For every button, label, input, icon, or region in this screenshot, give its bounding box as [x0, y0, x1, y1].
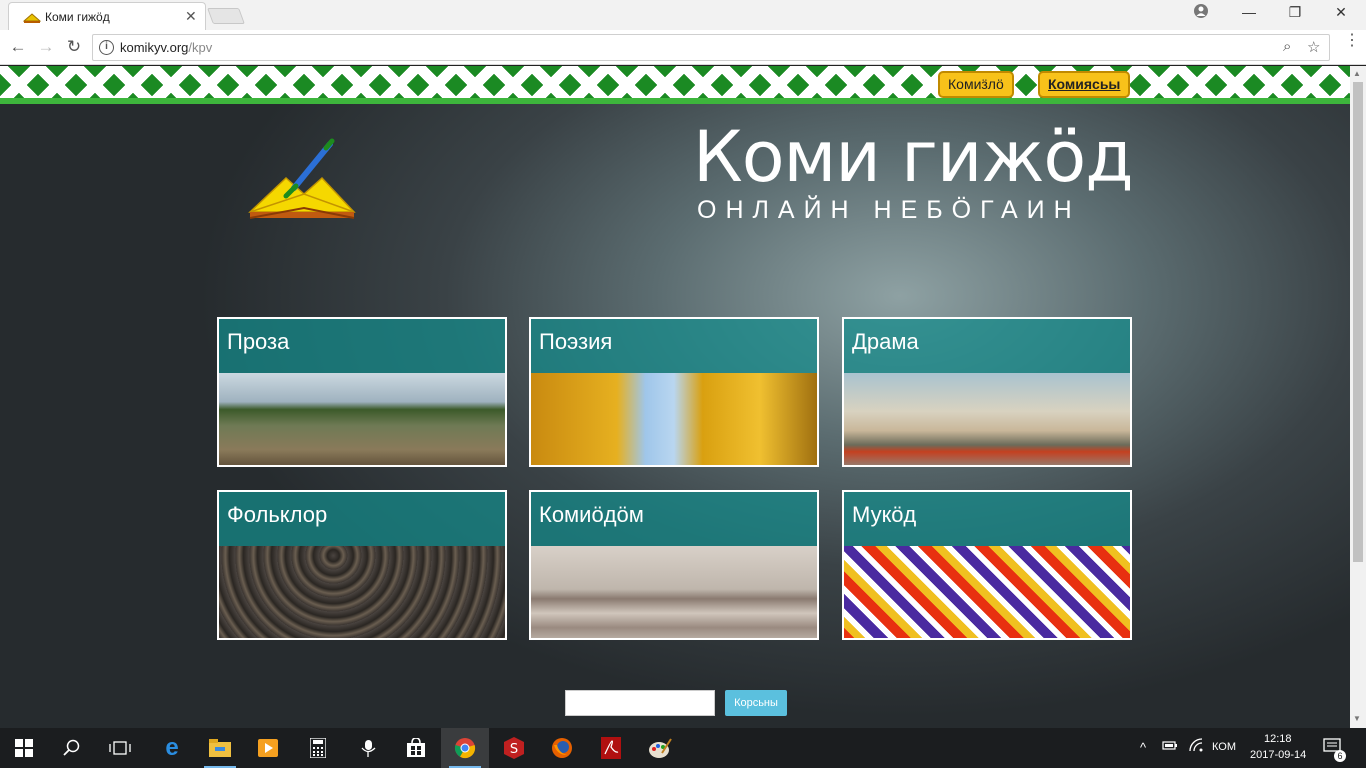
mukod-image — [844, 546, 1130, 638]
lang-button-komizlo[interactable]: Комиӟлӧ — [938, 71, 1014, 98]
address-bar[interactable]: i komikyv.org/kpv ⌕ ☆ — [92, 34, 1330, 61]
microphone-icon — [361, 740, 376, 757]
pdf-reader-icon — [601, 737, 621, 759]
back-arrow-icon[interactable]: ← — [8, 37, 28, 57]
close-tab-icon[interactable]: ✕ — [185, 8, 197, 25]
book-logo-icon — [248, 138, 356, 219]
clock-time[interactable]: 12:18 — [1264, 733, 1292, 745]
taskbar-voice-recorder[interactable] — [344, 728, 392, 768]
prose-image — [219, 373, 505, 465]
site-title: Коми гижӧд — [693, 116, 1134, 198]
taskbar-pdf[interactable] — [587, 728, 635, 768]
bookmark-star-icon[interactable]: ☆ — [1307, 38, 1320, 56]
zoom-search-icon[interactable]: ⌕ — [1283, 38, 1291, 55]
taskbar-firefox[interactable] — [538, 728, 586, 768]
ornament-banner — [0, 66, 1350, 104]
minimize-icon[interactable]: — — [1238, 4, 1260, 20]
windows-logo-icon — [15, 739, 33, 757]
search-button[interactable]: Корсьны — [725, 690, 787, 716]
wifi-icon[interactable] — [1188, 738, 1204, 755]
start-button[interactable] — [0, 728, 48, 768]
komiodom-image — [531, 546, 817, 638]
browser-tab[interactable]: Коми гижӧд ✕ — [8, 2, 206, 30]
restore-icon[interactable]: ❐ — [1284, 4, 1306, 21]
taskbar-edge[interactable]: e — [148, 728, 196, 768]
card-label-prose: Проза — [219, 319, 505, 373]
card-label-folklore: Фольклор — [219, 492, 505, 546]
menu-kebab-icon[interactable]: ⋮ — [1344, 33, 1360, 49]
scroll-up-arrow-icon[interactable]: ▲ — [1353, 69, 1361, 78]
folder-icon — [209, 739, 231, 757]
drama-image — [844, 373, 1130, 465]
card-label-poetry: Поэзия — [531, 319, 817, 373]
notification-count-badge: 6 — [1334, 750, 1346, 762]
category-card-folklore[interactable]: Фольклор — [217, 490, 507, 640]
taskbar-media[interactable] — [244, 728, 292, 768]
browser-tabbar: Коми гижӧд ✕ — ❐ ✕ — [0, 0, 1366, 30]
folklore-image — [219, 546, 505, 638]
site-subtitle: ОНЛАЙН НЕБӦГАИН — [697, 196, 1081, 224]
media-player-icon — [258, 739, 278, 757]
taskbar-chrome[interactable] — [441, 728, 489, 768]
tray-chevron-up-icon[interactable]: ^ — [1140, 740, 1146, 755]
edge-icon: e — [165, 734, 179, 761]
s-app-icon: S — [504, 737, 524, 759]
category-card-prose[interactable]: Проза — [217, 317, 507, 467]
book-favicon-icon — [23, 13, 41, 23]
tab-title: Коми гижӧд — [45, 10, 110, 24]
battery-icon[interactable] — [1162, 739, 1178, 754]
page-viewport: Комиӟлӧ Комиясьы Коми гижӧд ОНЛАЙН НЕБӦГ… — [0, 66, 1350, 728]
search-input[interactable] — [565, 690, 715, 716]
scroll-down-arrow-icon[interactable]: ▼ — [1353, 714, 1361, 723]
forward-arrow-icon[interactable]: → — [36, 37, 56, 57]
close-window-icon[interactable]: ✕ — [1330, 4, 1352, 21]
category-card-komiodom[interactable]: Комиӧдӧм — [529, 490, 819, 640]
category-card-drama[interactable]: Драма — [842, 317, 1132, 467]
firefox-icon — [552, 738, 572, 758]
reload-icon[interactable]: ↻ — [64, 37, 84, 57]
clock-date[interactable]: 2017-09-14 — [1250, 749, 1306, 761]
chrome-icon — [454, 738, 476, 759]
store-bag-icon — [407, 738, 425, 757]
taskbar-store[interactable] — [392, 728, 440, 768]
profile-icon[interactable] — [1190, 4, 1212, 21]
card-label-drama: Драма — [844, 319, 1130, 373]
category-card-mukod[interactable]: Мукӧд — [842, 490, 1132, 640]
new-tab-button[interactable] — [207, 8, 245, 24]
info-icon[interactable]: i — [99, 40, 114, 55]
task-view-button[interactable] — [96, 728, 144, 768]
search-icon — [63, 739, 80, 756]
task-view-icon — [109, 741, 131, 755]
taskbar-explorer[interactable] — [196, 728, 244, 768]
url-text: komikyv.org/kpv — [120, 40, 213, 55]
browser-toolbar: ← → ↻ i komikyv.org/kpv ⌕ ☆ ⋮ — [0, 30, 1366, 65]
poetry-image — [531, 373, 817, 465]
category-card-poetry[interactable]: Поэзия — [529, 317, 819, 467]
search-taskbar-button[interactable] — [48, 728, 96, 768]
taskbar-s-app[interactable]: S — [490, 728, 538, 768]
lang-button-komiyasly[interactable]: Комиясьы — [1038, 71, 1131, 98]
input-language[interactable]: КОМ — [1212, 741, 1236, 753]
calculator-icon — [310, 738, 326, 758]
page-scrollbar[interactable]: ▲ ▼ — [1350, 66, 1366, 728]
taskbar-paint[interactable] — [636, 728, 684, 768]
svg-text:S: S — [510, 742, 518, 757]
card-label-komiodom: Комиӧдӧм — [531, 492, 817, 546]
taskbar-calculator[interactable] — [294, 728, 342, 768]
card-label-mukod: Мукӧд — [844, 492, 1130, 546]
paint-palette-icon — [649, 738, 672, 758]
windows-taskbar: e S ^ КОМ 12:18 2017-09-14 6 — [0, 728, 1366, 768]
scroll-thumb[interactable] — [1353, 82, 1363, 562]
